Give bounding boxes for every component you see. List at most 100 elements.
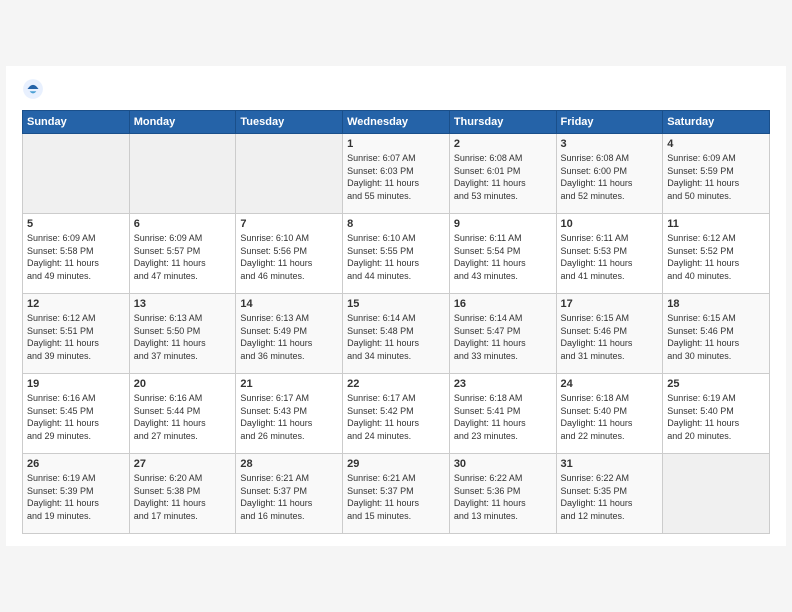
day-number: 26	[27, 458, 125, 470]
day-info: Sunrise: 6:22 AM Sunset: 5:35 PM Dayligh…	[561, 472, 659, 522]
day-info: Sunrise: 6:08 AM Sunset: 6:00 PM Dayligh…	[561, 152, 659, 202]
day-cell	[236, 134, 343, 214]
day-cell: 23 Sunrise: 6:18 AM Sunset: 5:41 PM Dayli…	[449, 374, 556, 454]
day-number: 13	[134, 298, 232, 310]
day-cell: 22 Sunrise: 6:17 AM Sunset: 5:42 PM Dayli…	[343, 374, 450, 454]
weekday-header-sunday: Sunday	[23, 111, 130, 134]
weekday-header-tuesday: Tuesday	[236, 111, 343, 134]
day-info: Sunrise: 6:14 AM Sunset: 5:48 PM Dayligh…	[347, 312, 445, 362]
day-info: Sunrise: 6:22 AM Sunset: 5:36 PM Dayligh…	[454, 472, 552, 522]
day-number: 12	[27, 298, 125, 310]
day-cell: 11 Sunrise: 6:12 AM Sunset: 5:52 PM Dayli…	[663, 214, 770, 294]
day-info: Sunrise: 6:09 AM Sunset: 5:57 PM Dayligh…	[134, 232, 232, 282]
day-info: Sunrise: 6:18 AM Sunset: 5:41 PM Dayligh…	[454, 392, 552, 442]
weekday-header-thursday: Thursday	[449, 111, 556, 134]
day-number: 23	[454, 378, 552, 390]
day-info: Sunrise: 6:13 AM Sunset: 5:50 PM Dayligh…	[134, 312, 232, 362]
day-cell: 24Sunrise: 6:18 AM Sunset: 5:40 PM Dayli…	[556, 374, 663, 454]
logo-icon	[22, 78, 44, 100]
day-number: 18	[667, 298, 765, 310]
day-number: 11	[667, 218, 765, 230]
day-info: Sunrise: 6:09 AM Sunset: 5:59 PM Dayligh…	[667, 152, 765, 202]
day-number: 7	[240, 218, 338, 230]
day-number: 15	[347, 298, 445, 310]
day-cell: 18 Sunrise: 6:15 AM Sunset: 5:46 PM Dayli…	[663, 294, 770, 374]
day-cell: 1 Sunrise: 6:07 AM Sunset: 6:03 PM Daylig…	[343, 134, 450, 214]
day-info: Sunrise: 6:12 AM Sunset: 5:52 PM Dayligh…	[667, 232, 765, 282]
day-number: 6	[134, 218, 232, 230]
day-cell: 26 Sunrise: 6:19 AM Sunset: 5:39 PM Dayli…	[23, 454, 130, 534]
day-info: Sunrise: 6:12 AM Sunset: 5:51 PM Dayligh…	[27, 312, 125, 362]
day-cell: 4 Sunrise: 6:09 AM Sunset: 5:59 PM Daylig…	[663, 134, 770, 214]
day-info: Sunrise: 6:11 AM Sunset: 5:53 PM Dayligh…	[561, 232, 659, 282]
day-cell: 17 Sunrise: 6:15 AM Sunset: 5:46 PM Dayli…	[556, 294, 663, 374]
weekday-header-row: SundayMondayTuesdayWednesdayThursdayFrid…	[23, 111, 770, 134]
day-info: Sunrise: 6:13 AM Sunset: 5:49 PM Dayligh…	[240, 312, 338, 362]
day-info: Sunrise: 6:19 AM Sunset: 5:39 PM Dayligh…	[27, 472, 125, 522]
day-number: 14	[240, 298, 338, 310]
calendar-table: SundayMondayTuesdayWednesdayThursdayFrid…	[22, 110, 770, 534]
day-cell: 6 Sunrise: 6:09 AM Sunset: 5:57 PM Daylig…	[129, 214, 236, 294]
week-row-3: 19Sunrise: 6:16 AM Sunset: 5:45 PM Dayli…	[23, 374, 770, 454]
weekday-header-wednesday: Wednesday	[343, 111, 450, 134]
weekday-header-monday: Monday	[129, 111, 236, 134]
day-cell	[23, 134, 130, 214]
day-info: Sunrise: 6:15 AM Sunset: 5:46 PM Dayligh…	[561, 312, 659, 362]
day-info: Sunrise: 6:07 AM Sunset: 6:03 PM Dayligh…	[347, 152, 445, 202]
day-cell: 25 Sunrise: 6:19 AM Sunset: 5:40 PM Dayli…	[663, 374, 770, 454]
week-row-0: 1 Sunrise: 6:07 AM Sunset: 6:03 PM Daylig…	[23, 134, 770, 214]
calendar-container: SundayMondayTuesdayWednesdayThursdayFrid…	[6, 66, 786, 546]
day-info: Sunrise: 6:19 AM Sunset: 5:40 PM Dayligh…	[667, 392, 765, 442]
day-cell: 9 Sunrise: 6:11 AM Sunset: 5:54 PM Daylig…	[449, 214, 556, 294]
day-info: Sunrise: 6:20 AM Sunset: 5:38 PM Dayligh…	[134, 472, 232, 522]
day-info: Sunrise: 6:21 AM Sunset: 5:37 PM Dayligh…	[347, 472, 445, 522]
day-number: 20	[134, 378, 232, 390]
week-row-2: 12 Sunrise: 6:12 AM Sunset: 5:51 PM Dayli…	[23, 294, 770, 374]
day-info: Sunrise: 6:15 AM Sunset: 5:46 PM Dayligh…	[667, 312, 765, 362]
day-cell: 10 Sunrise: 6:11 AM Sunset: 5:53 PM Dayli…	[556, 214, 663, 294]
day-cell	[663, 454, 770, 534]
day-number: 17	[561, 298, 659, 310]
week-row-4: 26 Sunrise: 6:19 AM Sunset: 5:39 PM Dayli…	[23, 454, 770, 534]
day-number: 4	[667, 138, 765, 150]
day-cell: 14 Sunrise: 6:13 AM Sunset: 5:49 PM Dayli…	[236, 294, 343, 374]
day-info: Sunrise: 6:21 AM Sunset: 5:37 PM Dayligh…	[240, 472, 338, 522]
day-number: 27	[134, 458, 232, 470]
weekday-header-saturday: Saturday	[663, 111, 770, 134]
day-cell: 3Sunrise: 6:08 AM Sunset: 6:00 PM Daylig…	[556, 134, 663, 214]
day-cell: 31 Sunrise: 6:22 AM Sunset: 5:35 PM Dayli…	[556, 454, 663, 534]
day-info: Sunrise: 6:10 AM Sunset: 5:56 PM Dayligh…	[240, 232, 338, 282]
day-number: 28	[240, 458, 338, 470]
calendar-header	[22, 78, 770, 100]
day-info: Sunrise: 6:09 AM Sunset: 5:58 PM Dayligh…	[27, 232, 125, 282]
day-info: Sunrise: 6:11 AM Sunset: 5:54 PM Dayligh…	[454, 232, 552, 282]
day-cell: 27 Sunrise: 6:20 AM Sunset: 5:38 PM Dayli…	[129, 454, 236, 534]
day-number: 10	[561, 218, 659, 230]
day-number: 2	[454, 138, 552, 150]
day-cell: 5 Sunrise: 6:09 AM Sunset: 5:58 PM Daylig…	[23, 214, 130, 294]
day-cell: 15 Sunrise: 6:14 AM Sunset: 5:48 PM Dayli…	[343, 294, 450, 374]
day-cell: 19Sunrise: 6:16 AM Sunset: 5:45 PM Dayli…	[23, 374, 130, 454]
day-number: 5	[27, 218, 125, 230]
day-number: 8	[347, 218, 445, 230]
day-info: Sunrise: 6:08 AM Sunset: 6:01 PM Dayligh…	[454, 152, 552, 202]
day-cell: 21 Sunrise: 6:17 AM Sunset: 5:43 PM Dayli…	[236, 374, 343, 454]
day-number: 21	[240, 378, 338, 390]
day-info: Sunrise: 6:17 AM Sunset: 5:42 PM Dayligh…	[347, 392, 445, 442]
weekday-header-friday: Friday	[556, 111, 663, 134]
day-number: 25	[667, 378, 765, 390]
day-info: Sunrise: 6:14 AM Sunset: 5:47 PM Dayligh…	[454, 312, 552, 362]
day-info: Sunrise: 6:18 AM Sunset: 5:40 PM Dayligh…	[561, 392, 659, 442]
day-number: 1	[347, 138, 445, 150]
day-cell: 16Sunrise: 6:14 AM Sunset: 5:47 PM Dayli…	[449, 294, 556, 374]
day-info: Sunrise: 6:16 AM Sunset: 5:44 PM Dayligh…	[134, 392, 232, 442]
day-number: 22	[347, 378, 445, 390]
day-cell: 30 Sunrise: 6:22 AM Sunset: 5:36 PM Dayli…	[449, 454, 556, 534]
day-number: 29	[347, 458, 445, 470]
day-cell: 12 Sunrise: 6:12 AM Sunset: 5:51 PM Dayli…	[23, 294, 130, 374]
day-info: Sunrise: 6:16 AM Sunset: 5:45 PM Dayligh…	[27, 392, 125, 442]
day-number: 31	[561, 458, 659, 470]
day-info: Sunrise: 6:17 AM Sunset: 5:43 PM Dayligh…	[240, 392, 338, 442]
day-number: 9	[454, 218, 552, 230]
day-number: 30	[454, 458, 552, 470]
